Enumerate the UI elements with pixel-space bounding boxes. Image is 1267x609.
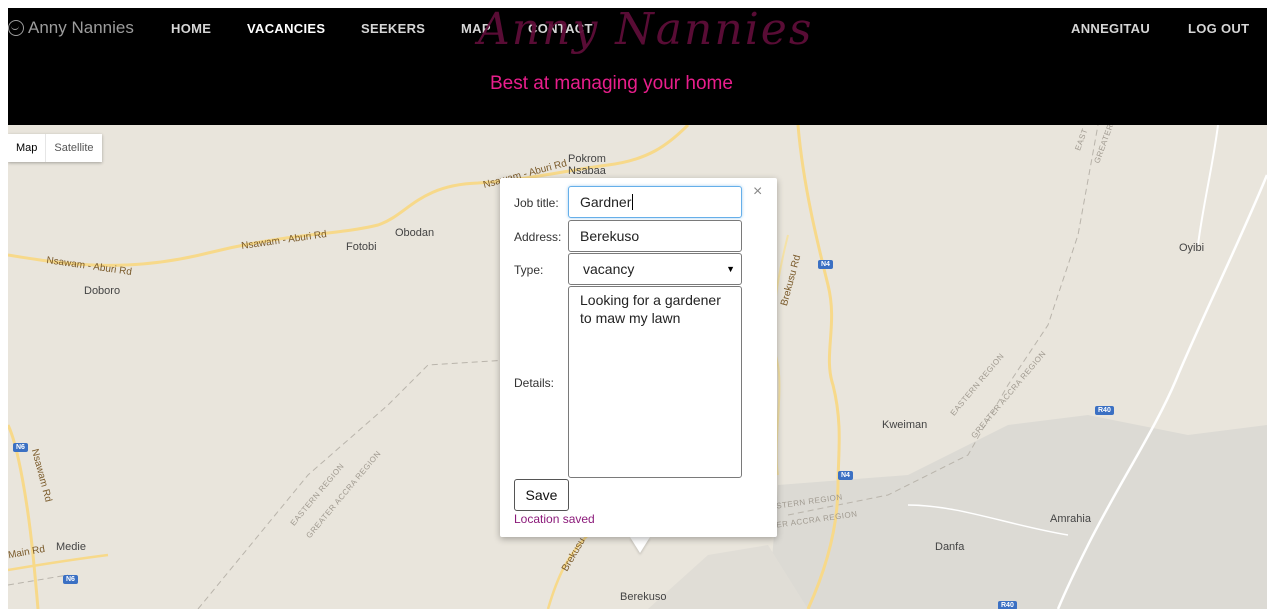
close-icon[interactable]: × (753, 184, 762, 200)
page: Map Satellite Pokrom Nsabaa Obodan Fotob… (0, 0, 1267, 609)
map-type-control: Map Satellite (8, 134, 102, 162)
address-label: Address: (514, 230, 562, 244)
status-message: Location saved (514, 512, 595, 526)
map-type-satellite-button[interactable]: Satellite (45, 134, 101, 162)
save-button[interactable]: Save (514, 479, 569, 511)
nav-vacancies[interactable]: VACANCIES (247, 21, 325, 36)
route-shield-n6: N6 (13, 443, 28, 452)
logo-script: Anny Nannies (478, 4, 814, 55)
brand-name: Anny Nannies (28, 18, 134, 37)
top-margin (0, 0, 1267, 8)
type-label: Type: (514, 263, 544, 277)
site-header: Anny Nannies Anny Nannies HOME VACANCIES… (8, 4, 1267, 125)
place-label-fotobi: Fotobi (346, 241, 377, 253)
info-window-tail (630, 537, 650, 553)
nav-logout[interactable]: LOG OUT (1188, 21, 1249, 36)
address-input[interactable]: Berekuso (568, 220, 742, 252)
nav-home[interactable]: HOME (171, 21, 211, 36)
route-shield-r40: R40 (1095, 406, 1114, 415)
place-label-oyibi: Oyibi (1179, 242, 1205, 254)
address-value: Berekuso (580, 228, 640, 244)
brand-link[interactable]: Anny Nannies (8, 16, 134, 40)
type-select[interactable]: vacancy ▼ (568, 253, 742, 285)
details-textarea[interactable]: Looking for a gardener to maw my lawn (568, 286, 742, 478)
job-title-label: Job title: (514, 196, 559, 210)
place-label-doboro: Doboro (84, 285, 121, 297)
type-selected-value: vacancy (583, 261, 635, 277)
job-title-value: Gardner (580, 194, 632, 210)
text-caret (632, 194, 634, 210)
place-label-pokrom: Pokrom (568, 153, 606, 165)
info-window: × Job title: Gardner Address: Berekuso T… (500, 178, 777, 537)
place-label-kweiman: Kweiman (882, 419, 928, 431)
route-shield-n4: N4 (818, 260, 833, 269)
tagline: Best at managing your home (490, 73, 733, 94)
place-label-danfa: Danfa (935, 541, 965, 553)
left-margin (0, 0, 8, 609)
place-label-berekuso: Berekuso (620, 591, 667, 603)
route-shield-r40: R40 (998, 601, 1017, 609)
place-label-obodan: Obodan (395, 227, 435, 239)
place-label-nsabaa: Nsabaa (568, 165, 606, 177)
job-title-input[interactable]: Gardner (568, 186, 742, 218)
nav-user-account[interactable]: ANNEGITAU (1071, 21, 1150, 36)
map-type-map-button[interactable]: Map (8, 134, 45, 162)
route-shield-n6: N6 (63, 575, 78, 584)
nav-seekers[interactable]: SEEKERS (361, 21, 425, 36)
chevron-down-icon: ▼ (726, 264, 735, 274)
smile-logo-icon (8, 20, 24, 36)
place-label-amrahia: Amrahia (1050, 513, 1091, 525)
details-label: Details: (514, 376, 555, 390)
route-shield-n4: N4 (838, 471, 853, 480)
place-label-medie: Medie (56, 541, 86, 553)
